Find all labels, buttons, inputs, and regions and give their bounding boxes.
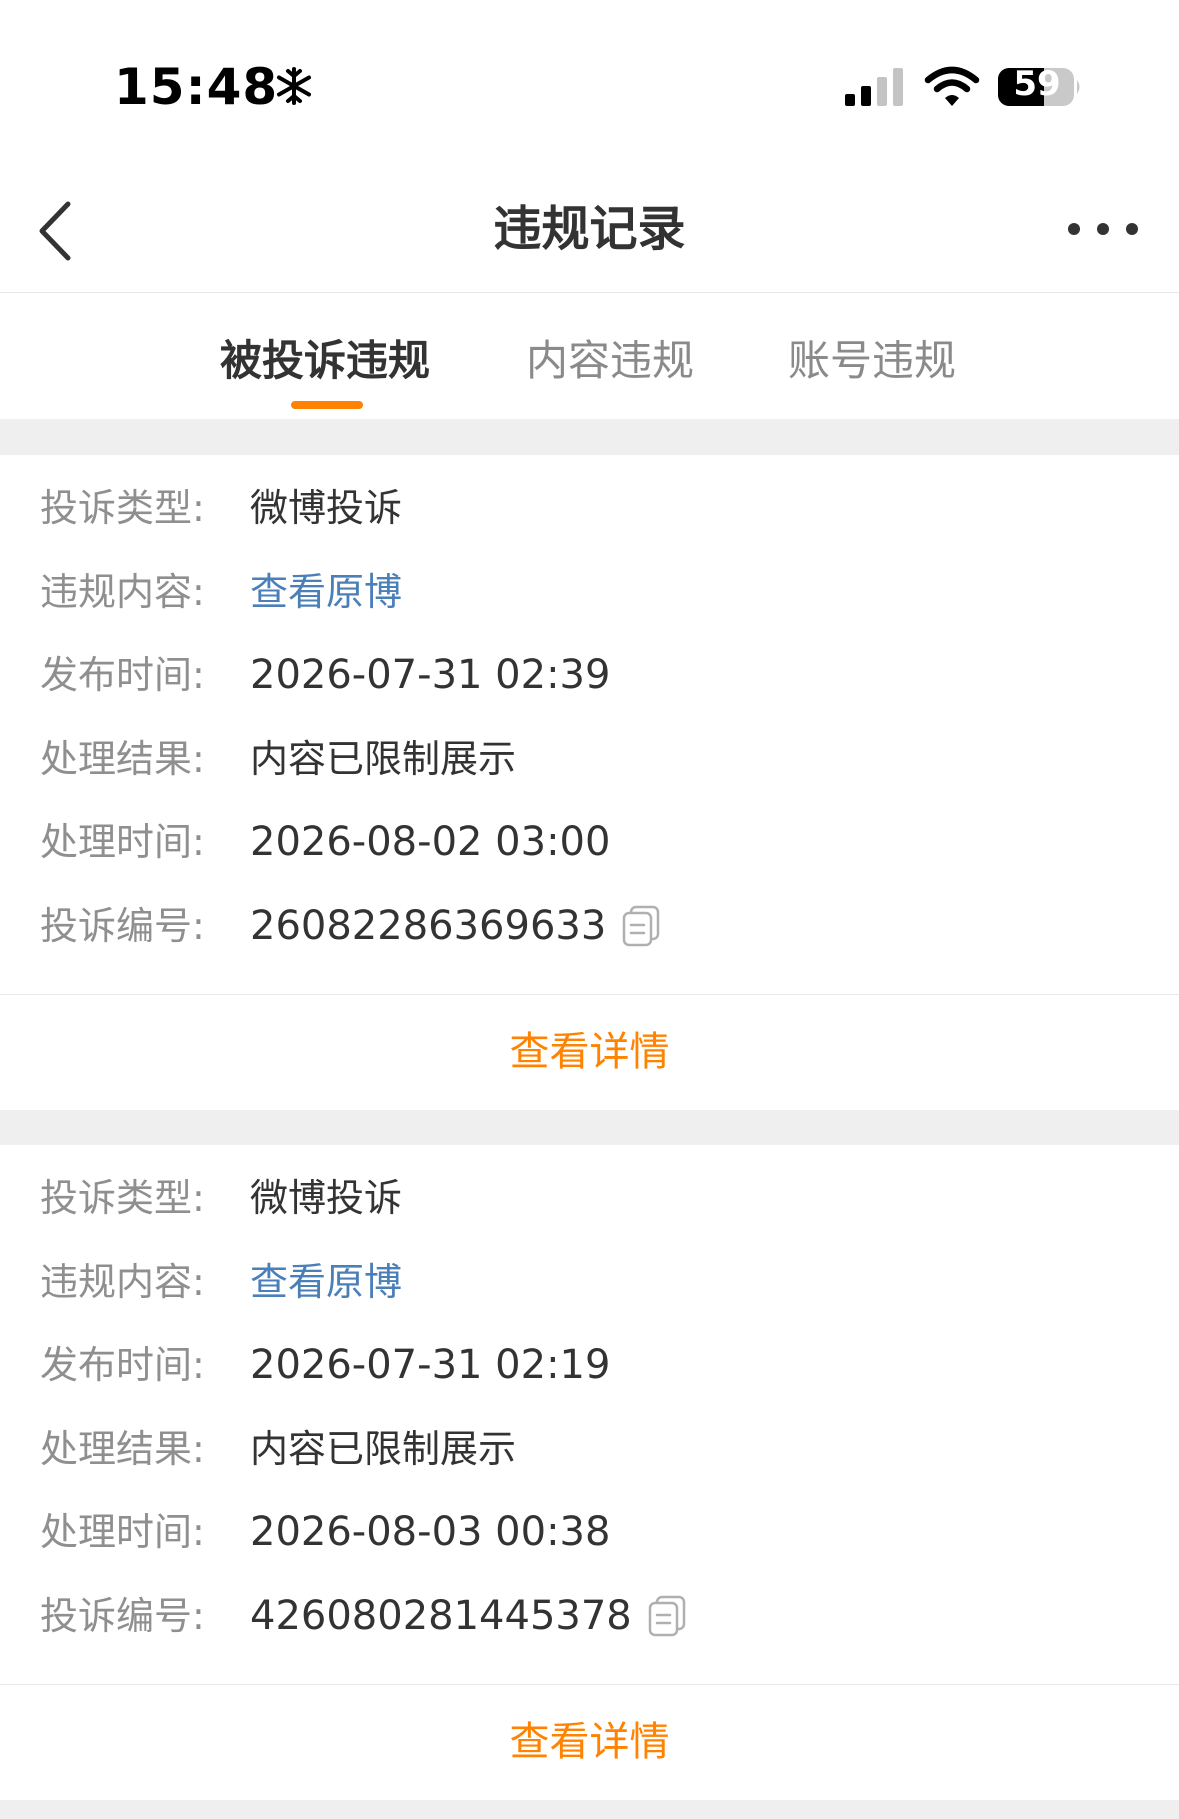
row-label: 处理时间: — [40, 1510, 205, 1554]
page-title: 违规记录 — [493, 201, 686, 257]
row-label: 处理结果: — [40, 737, 205, 781]
record-row-type: 投诉类型: 微博投诉 — [40, 1170, 402, 1226]
row-value: 2026-07-31 02:39 — [250, 652, 611, 698]
row-value: 2026-07-31 02:19 — [250, 1342, 611, 1388]
record-card: 投诉类型: 微博投诉 违规内容: 查看原博 发布时间: 2026-07-31 02:3… — [0, 455, 1179, 1110]
wifi-icon — [924, 66, 980, 106]
tab-account-violations[interactable]: 账号违规 — [788, 333, 956, 389]
record-row-result: 处理结果: 内容已限制展示 — [40, 731, 516, 787]
battery-level: 59 — [1013, 64, 1061, 104]
row-label: 投诉编号: — [40, 1594, 205, 1638]
row-label: 发布时间: — [40, 653, 205, 697]
copy-icon[interactable] — [648, 1595, 686, 1637]
row-label: 投诉类型: — [40, 486, 205, 530]
snowflake-icon — [277, 67, 311, 105]
record-row-complaint-id: 投诉编号: 426080281445378 — [40, 1588, 686, 1644]
row-label: 处理结果: — [40, 1427, 205, 1471]
screen: 15:48 59 违规记录 被投诉违规 内容违规 账号违规 投诉类型: 微博投诉… — [0, 0, 1179, 1819]
tab-bar: 被投诉违规 内容违规 账号违规 — [0, 293, 1179, 419]
row-value: 内容已限制展示 — [250, 737, 517, 781]
view-details-button[interactable]: 查看详情 — [0, 995, 1179, 1110]
row-value: 微博投诉 — [250, 1176, 403, 1220]
row-label: 投诉类型: — [40, 1176, 205, 1220]
record-row-publish-time: 发布时间: 2026-07-31 02:39 — [40, 647, 610, 703]
record-row-handle-time: 处理时间: 2026-08-03 00:38 — [40, 1504, 610, 1560]
row-label: 投诉编号: — [40, 904, 205, 948]
record-row-type: 投诉类型: 微博投诉 — [40, 480, 402, 536]
row-value: 26082286369633 — [250, 903, 607, 949]
tab-complained-violations[interactable]: 被投诉违规 — [220, 333, 430, 389]
view-details-button[interactable]: 查看详情 — [0, 1685, 1179, 1800]
row-label: 处理时间: — [40, 820, 205, 864]
row-value: 微博投诉 — [250, 486, 403, 530]
record-row-content: 违规内容: 查看原博 — [40, 1254, 402, 1310]
copy-icon[interactable] — [622, 905, 660, 947]
view-original-link[interactable]: 查看原博 — [250, 1260, 402, 1304]
row-label: 违规内容: — [40, 1260, 205, 1304]
record-row-complaint-id: 投诉编号: 26082286369633 — [40, 898, 660, 954]
cellular-signal-icon — [845, 68, 903, 106]
record-row-handle-time: 处理时间: 2026-08-02 03:00 — [40, 814, 610, 870]
row-value: 2026-08-03 00:38 — [250, 1509, 611, 1555]
row-label: 违规内容: — [40, 570, 205, 614]
view-original-link[interactable]: 查看原博 — [250, 570, 402, 614]
record-row-result: 处理结果: 内容已限制展示 — [40, 1421, 516, 1477]
row-value: 2026-08-02 03:00 — [250, 819, 611, 865]
record-row-publish-time: 发布时间: 2026-07-31 02:19 — [40, 1337, 610, 1393]
record-row-content: 违规内容: 查看原博 — [40, 564, 402, 620]
more-horizontal-icon[interactable] — [1066, 214, 1140, 244]
row-value: 426080281445378 — [250, 1593, 632, 1639]
nav-bar: 违规记录 — [0, 176, 1179, 293]
row-label: 发布时间: — [40, 1343, 205, 1387]
row-value: 内容已限制展示 — [250, 1427, 517, 1471]
record-card: 投诉类型: 微博投诉 违规内容: 查看原博 发布时间: 2026-07-31 02:1… — [0, 1145, 1179, 1800]
tab-content-violations[interactable]: 内容违规 — [526, 333, 694, 389]
tab-indicator — [291, 401, 363, 409]
status-bar: 15:48 59 — [0, 0, 1179, 176]
status-time: 15:48 — [114, 58, 279, 116]
